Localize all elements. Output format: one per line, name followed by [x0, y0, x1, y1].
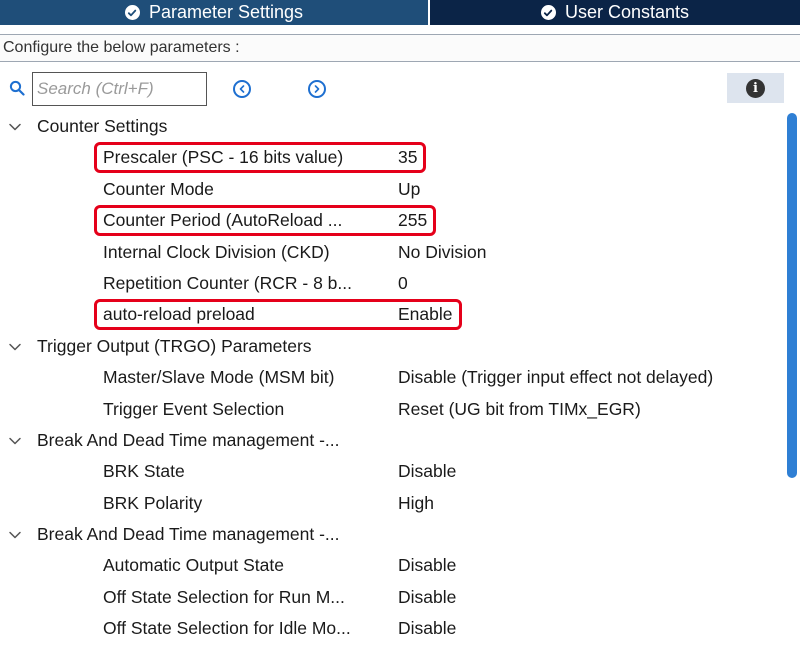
parameter-row[interactable]: BRK State Disable: [0, 456, 790, 487]
group-label: Break And Dead Time management -...: [37, 524, 340, 545]
parameter-name: auto-reload preload: [103, 304, 255, 325]
parameter-name: Off State Selection for Run M...: [103, 586, 345, 607]
parameter-value[interactable]: Disable: [398, 613, 456, 644]
tab-user-constants[interactable]: User Constants: [430, 0, 800, 25]
parameter-name: BRK Polarity: [103, 492, 203, 513]
parameter-row[interactable]: Prescaler (PSC - 16 bits value) 35: [0, 142, 790, 174]
search-toolbar: i: [0, 70, 800, 108]
parameter-row[interactable]: Trigger Event Selection Reset (UG bit fro…: [0, 394, 790, 425]
parameter-value[interactable]: Up: [398, 174, 420, 205]
check-circle-icon: [540, 5, 556, 20]
parameter-row[interactable]: Counter Mode Up: [0, 174, 790, 205]
parameter-value[interactable]: 35: [398, 142, 417, 173]
search-icon[interactable]: [9, 80, 25, 96]
parameter-name: BRK State: [103, 461, 185, 482]
info-icon: i: [746, 78, 765, 98]
parameter-row[interactable]: Off State Selection for Run M... Disable: [0, 582, 790, 613]
parameter-row[interactable]: Master/Slave Mode (MSM bit) Disable (Trig…: [0, 362, 790, 393]
parameter-row[interactable]: Internal Clock Division (CKD) No Division: [0, 237, 790, 268]
parameter-name: Off State Selection for Idle Mo...: [103, 618, 351, 639]
parameter-value[interactable]: Disable: [398, 550, 456, 581]
parameter-value[interactable]: 0: [398, 268, 408, 299]
previous-match-button[interactable]: [233, 80, 251, 98]
parameter-value[interactable]: Enable: [398, 299, 453, 330]
parameter-name: Counter Mode: [103, 178, 214, 199]
group-header[interactable]: Trigger Output (TRGO) Parameters: [0, 331, 790, 362]
parameter-value[interactable]: Disable (Trigger input effect not delaye…: [398, 362, 713, 393]
group-label: Trigger Output (TRGO) Parameters: [37, 335, 312, 356]
group-header[interactable]: Break And Dead Time management -...: [0, 519, 790, 550]
tab-bar: Parameter Settings User Constants: [0, 0, 800, 25]
parameter-value[interactable]: 255: [398, 205, 427, 236]
parameter-row[interactable]: Repetition Counter (RCR - 8 b... 0: [0, 268, 790, 299]
tab-parameter-settings[interactable]: Parameter Settings: [0, 0, 430, 25]
chevron-down-icon[interactable]: [8, 341, 22, 353]
parameter-row[interactable]: auto-reload preload Enable: [0, 299, 790, 331]
tab-label: Parameter Settings: [148, 2, 304, 22]
parameter-name: Counter Period (AutoReload ...: [103, 210, 343, 231]
group-label: Counter Settings: [37, 116, 168, 136]
chevron-down-icon[interactable]: [8, 529, 22, 541]
info-button[interactable]: i: [727, 73, 784, 103]
chevron-down-icon[interactable]: [8, 121, 22, 133]
parameter-row[interactable]: BRK Polarity High: [0, 488, 790, 519]
parameter-name: Master/Slave Mode (MSM bit): [103, 367, 335, 388]
parameter-name: Repetition Counter (RCR - 8 b...: [103, 272, 352, 293]
parameter-row[interactable]: Automatic Output State Disable: [0, 550, 790, 581]
parameter-value[interactable]: Disable: [398, 582, 456, 613]
parameter-row[interactable]: Off State Selection for Idle Mo... Disabl…: [0, 613, 790, 644]
group-label: Break And Dead Time management -...: [37, 429, 340, 450]
parameter-name: Prescaler (PSC - 16 bits value): [103, 147, 344, 168]
tab-label: User Constants: [564, 2, 690, 22]
chevron-right-circle-icon: [314, 85, 320, 93]
parameter-value[interactable]: Disable: [398, 456, 456, 487]
chevron-down-icon[interactable]: [8, 435, 22, 447]
check-circle-icon: [124, 5, 140, 20]
chevron-left-circle-icon: [239, 85, 245, 93]
next-match-button[interactable]: [308, 80, 326, 98]
configure-subtitle: Configure the below parameters :: [0, 34, 800, 62]
parameter-name: Internal Clock Division (CKD): [103, 241, 330, 262]
group-header[interactable]: Counter Settings: [0, 111, 790, 142]
scrollbar-thumb[interactable]: [787, 113, 797, 478]
group-header[interactable]: Break And Dead Time management -...: [0, 425, 790, 456]
search-input[interactable]: [32, 72, 207, 106]
parameter-name: Trigger Event Selection: [103, 398, 285, 419]
parameter-value[interactable]: No Division: [398, 237, 487, 268]
parameter-row[interactable]: Counter Period (AutoReload ... 255: [0, 205, 790, 237]
parameter-tree: Counter Settings Prescaler (PSC - 16 bits…: [0, 111, 790, 645]
parameter-name: Automatic Output State: [103, 555, 284, 576]
parameter-value[interactable]: Reset (UG bit from TIMx_EGR): [398, 394, 641, 425]
parameter-value[interactable]: High: [398, 488, 434, 519]
